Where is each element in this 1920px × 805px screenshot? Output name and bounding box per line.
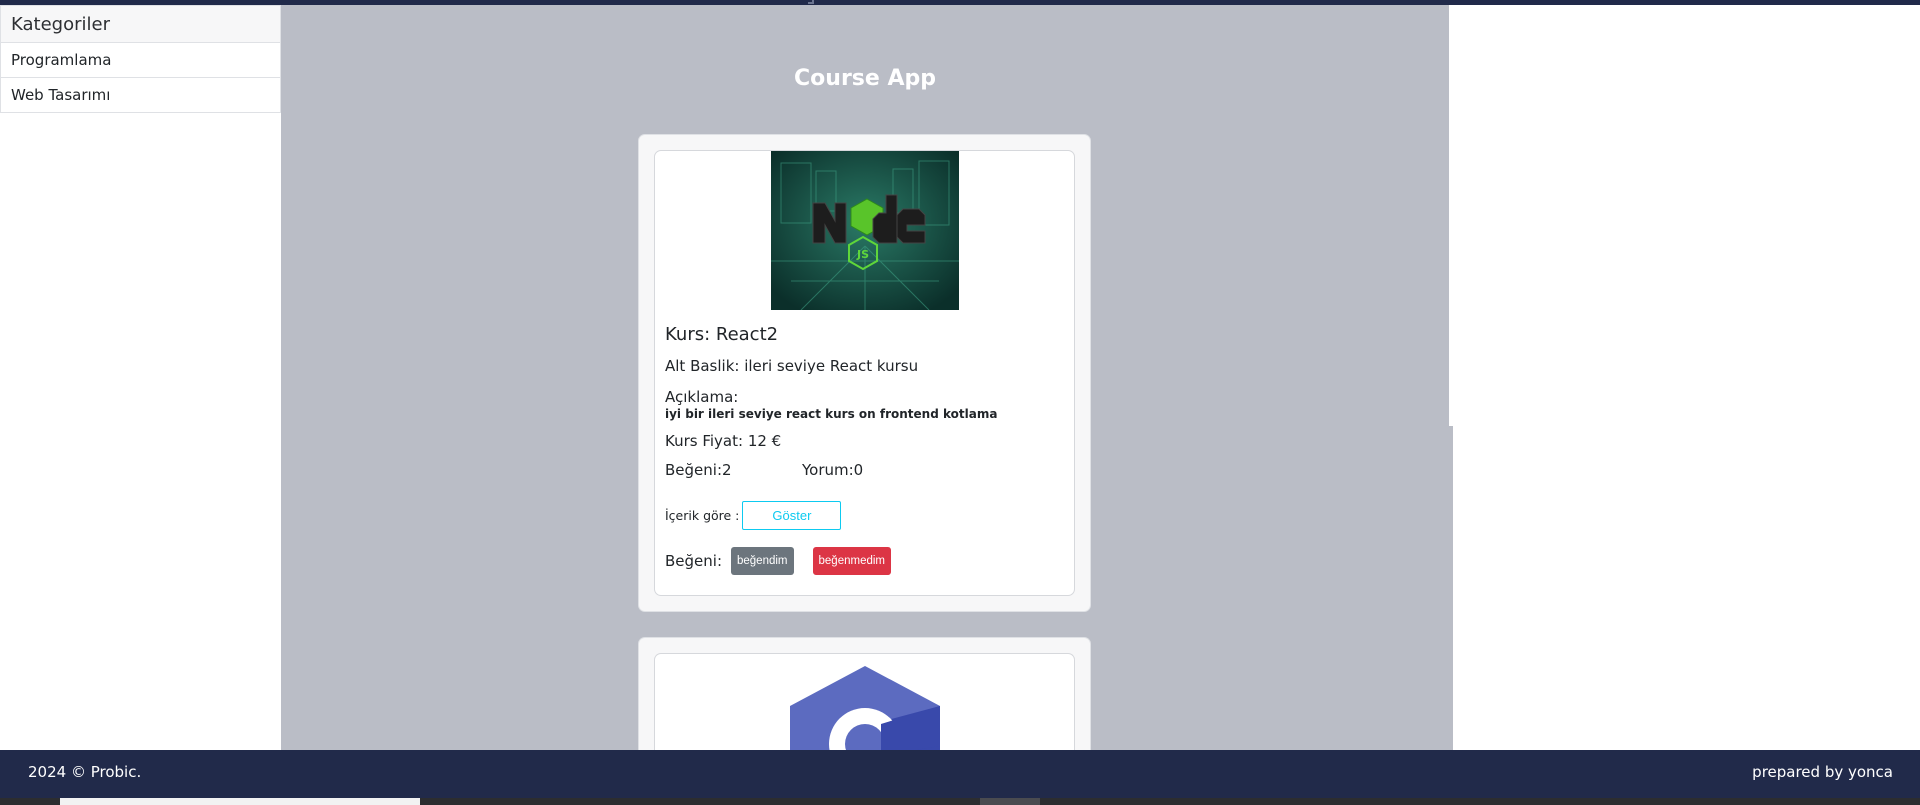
svg-text:JS: JS bbox=[855, 248, 868, 261]
copyright-text: 2024 © Probic. bbox=[28, 763, 142, 781]
bottom-strip-segment bbox=[60, 798, 420, 805]
nodejs-logo-image: JS bbox=[770, 151, 959, 310]
description-label: Açıklama: bbox=[665, 388, 739, 406]
chevron-down-icon bbox=[808, 0, 814, 4]
course-card-body: JS Kurs: React2 Alt Baslik: ileri seviye… bbox=[654, 150, 1075, 596]
course-subtitle: Alt Baslik: ileri seviye React kursu bbox=[665, 357, 919, 375]
course-name: Kurs: React2 bbox=[665, 324, 779, 345]
content-label: İçerik göre : bbox=[665, 508, 740, 523]
like-row: Beğeni: beğendim beğenmedim bbox=[665, 547, 1064, 575]
bottom-strip bbox=[0, 798, 1920, 805]
sidebar-header: Kategoriler bbox=[0, 5, 281, 43]
course-stats: Beğeni:2 Yorum:0 bbox=[665, 461, 1064, 479]
course-description: iyi bir ileri seviye react kurs on front… bbox=[665, 407, 998, 421]
content-row: İçerik göre : Göster bbox=[665, 501, 1064, 530]
course-price: Kurs Fiyat: 12 € bbox=[665, 432, 782, 450]
author-credit: prepared by yonca bbox=[1752, 763, 1893, 781]
course-card: JS Kurs: React2 Alt Baslik: ileri seviye… bbox=[638, 134, 1091, 612]
sidebar-item-programlama[interactable]: Programlama bbox=[0, 43, 281, 78]
like-label: Beğeni: bbox=[665, 552, 722, 570]
comment-count: Yorum:0 bbox=[802, 461, 864, 479]
bottom-strip-segment bbox=[980, 798, 1040, 805]
main-content-extension bbox=[1449, 426, 1453, 750]
sidebar-item-web-tasarimi[interactable]: Web Tasarımı bbox=[0, 78, 281, 113]
show-content-button[interactable]: Göster bbox=[742, 501, 842, 530]
dislike-button[interactable]: beğenmedim bbox=[812, 547, 891, 575]
page-title: Course App bbox=[794, 66, 936, 91]
like-button[interactable]: beğendim bbox=[731, 547, 794, 575]
footer: 2024 © Probic. prepared by yonca bbox=[0, 750, 1920, 798]
like-count: Beğeni:2 bbox=[665, 461, 732, 479]
category-sidebar: Kategoriler Programlama Web Tasarımı bbox=[0, 5, 281, 113]
